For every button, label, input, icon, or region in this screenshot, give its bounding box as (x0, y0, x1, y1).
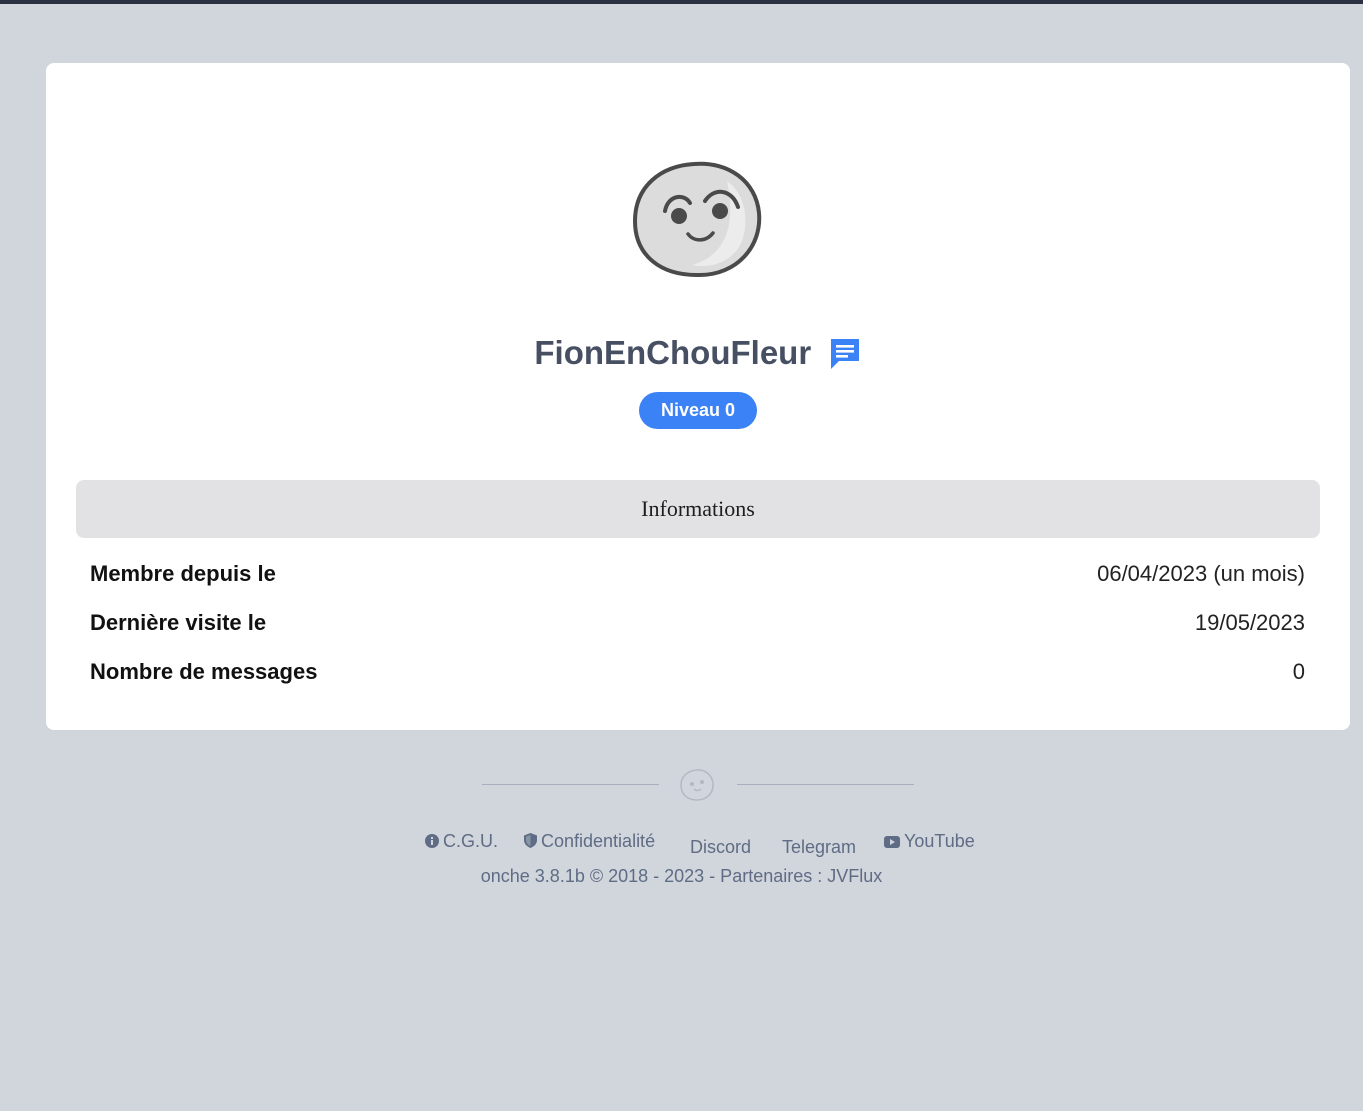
onche-smiley-icon (680, 769, 714, 801)
divider-line (737, 784, 914, 785)
info-section-title: Informations (76, 480, 1320, 538)
profile-card: FionEnChouFleur Niveau 0 Informations Me… (46, 63, 1350, 730)
info-icon (425, 834, 439, 848)
footer-link-label: Telegram (782, 837, 857, 857)
footer-link-label: Discord (690, 837, 752, 857)
info-row-last-visit: Dernière visite le 19/05/2023 (90, 608, 1305, 638)
footer-copyright: onche 3.8.1b © 2018 - 2023 - Partenaires… (0, 866, 1363, 887)
footer-link-cgu[interactable]: C.G.U. (425, 831, 498, 852)
footer-link-youtube[interactable]: YouTube (884, 831, 975, 852)
youtube-icon (884, 836, 900, 848)
footer-link-telegram[interactable]: Telegram (782, 837, 856, 858)
info-row-member-since: Membre depuis le 06/04/2023 (un mois) (90, 559, 1305, 589)
info-value: 0 (1292, 659, 1305, 684)
level-badge: Niveau 0 (639, 392, 757, 429)
info-row-message-count: Nombre de messages 0 (90, 657, 1305, 687)
username-row: FionEnChouFleur (46, 331, 1350, 375)
username: FionEnChouFleur (534, 334, 812, 371)
footer-link-privacy[interactable]: Confidentialité (524, 831, 655, 852)
info-value: 06/04/2023 (un mois) (1097, 561, 1305, 586)
footer-link-label: YouTube (904, 831, 975, 851)
top-bar (0, 0, 1363, 4)
shield-icon (524, 833, 537, 848)
divider-line (482, 784, 659, 785)
copyright-text: onche 3.8.1b © 2018 - 2023 - Partenaires… (480, 866, 828, 886)
footer-divider (482, 769, 914, 801)
info-label: Membre depuis le (90, 561, 276, 586)
avatar (632, 161, 762, 278)
info-label: Nombre de messages (90, 659, 318, 684)
info-label: Dernière visite le (90, 610, 267, 635)
message-icon[interactable] (828, 336, 862, 370)
partner-link[interactable]: JVFlux (827, 866, 882, 886)
footer-link-discord[interactable]: Discord (690, 837, 751, 858)
footer-link-label: Confidentialité (541, 831, 656, 851)
info-value: 19/05/2023 (1194, 610, 1305, 635)
footer-link-label: C.G.U. (443, 831, 499, 851)
